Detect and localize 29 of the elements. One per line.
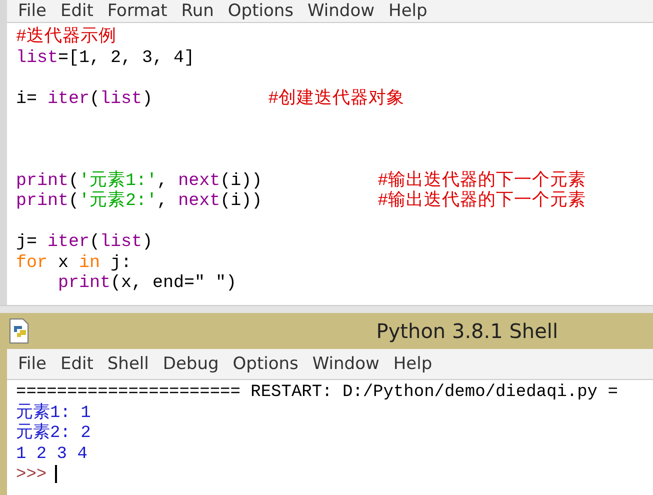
menu-item[interactable]: Help	[382, 0, 434, 22]
restart-line: ====================== RESTART: D:/Python/demo/diedaqi.py =	[16, 383, 618, 402]
output-line: 1 2 3 4	[16, 444, 88, 464]
code-line: i= iter(list) #创建迭代器对象	[16, 88, 405, 109]
menu-item[interactable]: Run	[174, 0, 221, 22]
code-comment: #迭代器示例	[16, 27, 117, 48]
text-cursor	[54, 465, 57, 483]
code-line: print('元素2:', next(i)) #输出迭代器的下一个元素	[16, 191, 586, 212]
shell-prompt: >>>	[16, 465, 47, 484]
output-line: 元素1: 1	[16, 404, 91, 422]
menu-item[interactable]: Options	[226, 353, 306, 375]
window-title: Python 3.8.1 Shell	[376, 318, 558, 345]
output-line: 元素2: 2	[16, 424, 91, 443]
menu-item[interactable]: Edit	[53, 0, 100, 22]
menu-item[interactable]: Edit	[53, 353, 100, 375]
code-line: for x in j:	[16, 252, 132, 273]
menu-item[interactable]: Window	[305, 353, 386, 375]
menu-item[interactable]: File	[11, 353, 54, 375]
code-line: print(x, end=" ")	[57, 273, 237, 294]
menu-item[interactable]: File	[11, 0, 54, 22]
menu-item[interactable]: Window	[300, 0, 382, 22]
code-line: print('元素1:', next(i)) #输出迭代器的下一个元素	[16, 170, 586, 190]
menu-item[interactable]: Debug	[156, 353, 226, 375]
menu-item[interactable]: Options	[220, 0, 300, 22]
code-line: j= iter(list)	[16, 232, 153, 252]
menu-item[interactable]: Shell	[100, 353, 156, 375]
code-line: list=[1, 2, 3, 4]	[16, 48, 195, 68]
menu-item[interactable]: Help	[386, 353, 440, 375]
menu-item[interactable]: Format	[100, 0, 174, 22]
